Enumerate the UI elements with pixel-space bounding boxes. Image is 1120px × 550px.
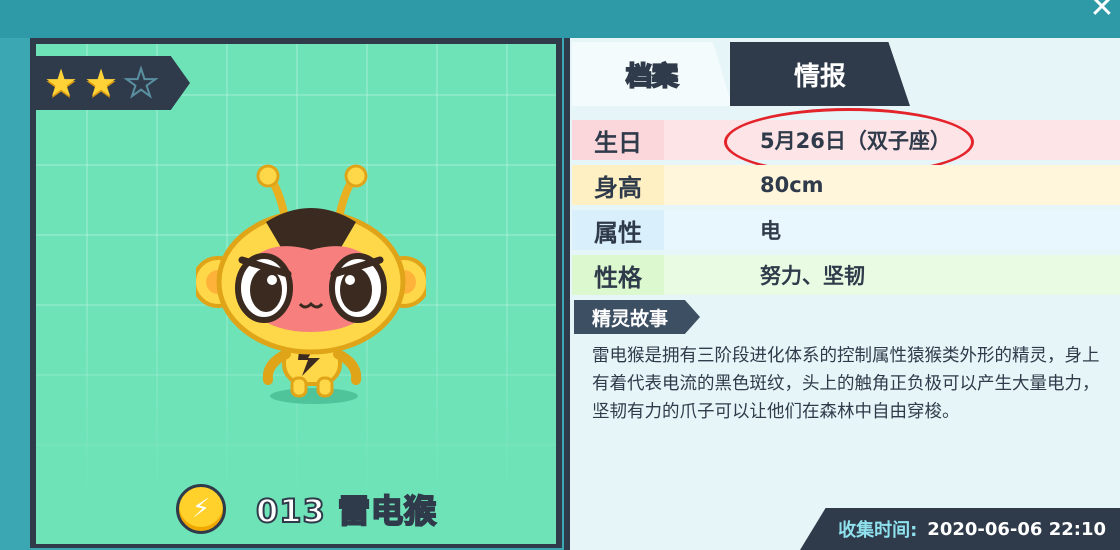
collect-time-bar: 收集时间: 2020-06-06 22:10 — [800, 508, 1120, 550]
info-panel: 档案 情报 生日 5月26日（双子座） 身高 80cm 属性 电 性格 努力、坚… — [564, 38, 1120, 550]
window-frame — [0, 0, 1120, 38]
star-filled-icon: ★ — [44, 61, 79, 105]
profile-table: 生日 5月26日（双子座） 身高 80cm 属性 电 性格 努力、坚韧 — [572, 108, 1120, 300]
attribute-value: 电 — [664, 210, 1120, 250]
profile-row-birthday: 生日 5月26日（双子座） — [572, 108, 1120, 176]
attribute-label: 属性 — [572, 210, 664, 250]
personality-label: 性格 — [572, 255, 664, 295]
star-rating: ★ ★ ★ — [36, 56, 190, 110]
pet-portrait-panel: ★ ★ ★ ⚡ 013 雷电猴 — [30, 38, 562, 548]
profile-row-height: 身高 80cm — [572, 165, 1120, 205]
lightning-icon: ⚡ — [176, 484, 226, 534]
story-text: 雷电猴是拥有三阶段进化体系的控制属性猿猴类外形的精灵，身上有着代表电流的黑色斑纹… — [592, 346, 1100, 422]
tab-intel[interactable]: 情报 — [730, 42, 910, 106]
pet-illustration — [196, 164, 426, 404]
pet-shadow — [270, 388, 358, 404]
height-value: 80cm — [664, 165, 1120, 205]
star-empty-icon: ★ — [123, 61, 159, 105]
close-icon[interactable]: ✕ — [1088, 0, 1116, 23]
portrait-background: ★ ★ ★ ⚡ 013 雷电猴 — [36, 44, 556, 544]
pet-name-row: ⚡ 013 雷电猴 — [176, 484, 437, 534]
pet-name-label: 013 雷电猴 — [255, 486, 437, 532]
birthday-value: 5月26日（双子座） — [664, 120, 1120, 160]
profile-row-personality: 性格 努力、坚韧 — [572, 255, 1120, 295]
story-header: 精灵故事 — [574, 300, 700, 334]
collect-time-value: 2020-06-06 22:10 — [927, 518, 1106, 540]
birthday-label: 生日 — [572, 120, 664, 160]
star-filled-icon: ★ — [84, 61, 119, 105]
pet-name: 雷电猴 — [337, 491, 437, 531]
collect-time-label: 收集时间: — [838, 520, 918, 541]
pet-number: 013 — [255, 491, 326, 531]
personality-value: 努力、坚韧 — [664, 255, 1120, 295]
height-label: 身高 — [572, 165, 664, 205]
profile-row-attribute: 属性 电 — [572, 210, 1120, 250]
tab-archive[interactable]: 档案 — [572, 42, 732, 106]
